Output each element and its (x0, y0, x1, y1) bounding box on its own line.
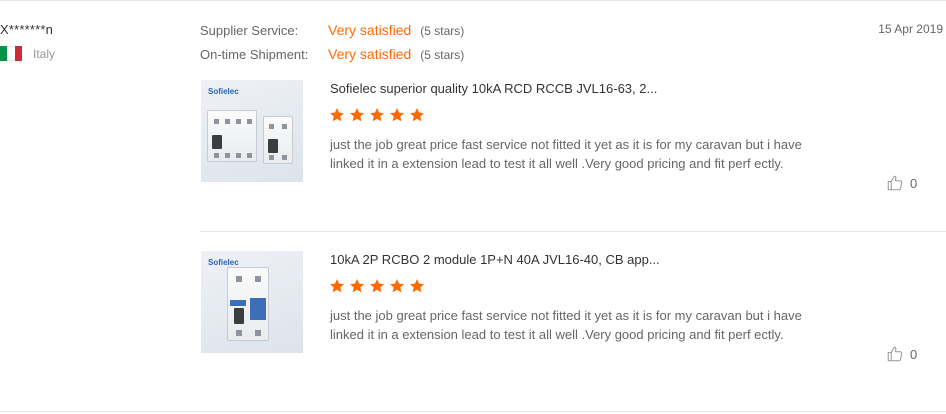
like-button[interactable]: 0 (886, 345, 917, 363)
top-divider (0, 0, 946, 1)
rcbo-2-module-image (227, 267, 269, 341)
country-name: Italy (33, 46, 56, 61)
buyer-country: Italy (0, 46, 55, 61)
star-icon (370, 279, 384, 293)
product-thumbnail[interactable]: Sofielec (201, 80, 303, 182)
rating-stars-text: (5 stars) (420, 24, 465, 38)
rating-stars-text: (5 stars) (420, 48, 465, 62)
star-icon (410, 108, 424, 122)
star-icon (390, 108, 404, 122)
star-icon (330, 279, 344, 293)
product-title-link[interactable]: Sofielec superior quality 10kA RCD RCCB … (330, 81, 657, 96)
italy-flag-icon (0, 46, 22, 61)
star-icon (350, 279, 364, 293)
rccb-2-pole-image (263, 116, 293, 164)
thumbnail-brand-logo: Sofielec (208, 258, 239, 267)
rating-value: Very satisfied (328, 46, 412, 62)
star-icon (390, 279, 404, 293)
rccb-4-pole-image (207, 110, 257, 162)
star-icon (330, 108, 344, 122)
thumbs-up-icon (887, 175, 903, 191)
review-divider (200, 231, 946, 232)
rating-row-on-time-shipment: On-time Shipment: Very satisfied (5 star… (200, 46, 464, 70)
review-text: just the job great price fast service no… (330, 137, 802, 171)
review-star-rating (329, 278, 429, 294)
star-icon (350, 108, 364, 122)
bottom-divider (0, 411, 946, 412)
product-thumbnail[interactable]: Sofielec (201, 251, 303, 353)
like-count: 0 (910, 175, 918, 191)
buyer-name: X*******n (0, 22, 54, 37)
buyer-info: X*******n Italy (0, 22, 55, 61)
star-icon (370, 108, 384, 122)
supplier-ratings: Supplier Service: Very satisfied (5 star… (200, 22, 464, 70)
like-button[interactable]: 0 (886, 174, 917, 192)
review-text: just the job great price fast service no… (330, 308, 802, 342)
rating-label: On-time Shipment: (200, 47, 309, 62)
rating-row-supplier-service: Supplier Service: Very satisfied (5 star… (200, 22, 464, 46)
review-star-rating (329, 107, 429, 123)
like-count: 0 (910, 346, 918, 362)
rating-value: Very satisfied (328, 22, 412, 38)
product-title-link[interactable]: 10kA 2P RCBO 2 module 1P+N 40A JVL16-40,… (330, 252, 660, 267)
thumbnail-brand-logo: Sofielec (208, 87, 239, 96)
thumbs-up-icon (887, 346, 903, 362)
review-date: 15 Apr 2019 (878, 22, 943, 36)
star-icon (410, 279, 424, 293)
rating-label: Supplier Service: (200, 23, 299, 38)
